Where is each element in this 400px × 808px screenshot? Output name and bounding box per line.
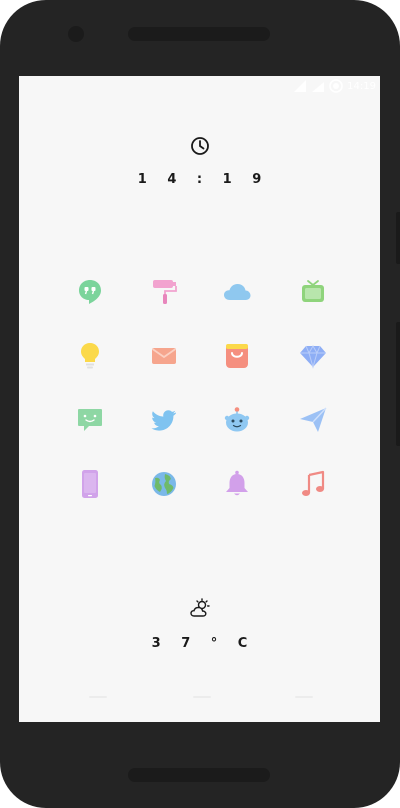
clock-widget[interactable]: 1 4 : 1 9 — [19, 136, 380, 187]
clock-icon — [190, 136, 210, 156]
weather-widget[interactable]: 3 7 ° C — [19, 598, 380, 651]
music-app[interactable] — [295, 466, 331, 502]
temperature: 3 7 ° C — [151, 636, 256, 651]
battery-icon — [329, 79, 343, 93]
phone-frame: 14:19 1 4 : 1 9 3 7 ° C — [0, 0, 400, 808]
home-screen: 14:19 1 4 : 1 9 3 7 ° C — [19, 76, 380, 722]
status-bar: 14:19 — [293, 76, 376, 96]
weather-cloud-app[interactable] — [219, 274, 255, 310]
dock-indicator — [295, 696, 313, 698]
front-camera — [68, 26, 84, 42]
mail-icon — [151, 348, 177, 364]
status-time: 14:19 — [347, 80, 376, 92]
volume-button[interactable] — [396, 212, 400, 264]
hangouts-icon — [79, 280, 101, 304]
music-icon — [302, 470, 325, 496]
cloud-icon — [224, 284, 251, 300]
globe-icon — [152, 472, 176, 496]
phone-icon — [82, 470, 98, 498]
messages-app[interactable] — [72, 402, 108, 438]
dock-indicator — [193, 696, 211, 698]
robot-icon — [224, 407, 250, 432]
clock-time: 1 4 : 1 9 — [137, 172, 270, 187]
reddit-app[interactable] — [219, 402, 255, 438]
paint-roller-icon — [153, 280, 177, 304]
mail-app[interactable] — [146, 338, 182, 374]
bottom-speaker — [128, 768, 270, 782]
power-button[interactable] — [396, 322, 400, 446]
gem-app[interactable] — [295, 338, 331, 374]
twitter-app[interactable] — [146, 402, 182, 438]
phone-app[interactable] — [72, 466, 108, 502]
signal-icon — [293, 79, 307, 93]
shop-app[interactable] — [219, 338, 255, 374]
send-icon — [300, 407, 327, 432]
twitter-icon — [151, 410, 176, 431]
alerts-app[interactable] — [219, 466, 255, 502]
browser-app[interactable] — [146, 466, 182, 502]
hangouts-app[interactable] — [72, 274, 108, 310]
shopping-bag-icon — [226, 344, 248, 368]
lightbulb-icon — [81, 343, 99, 369]
chat-icon — [78, 409, 102, 431]
tv-app[interactable] — [295, 274, 331, 310]
wifi-icon — [311, 79, 325, 93]
ideas-app[interactable] — [72, 338, 108, 374]
send-app[interactable] — [295, 402, 331, 438]
top-speaker — [128, 27, 270, 41]
paint-app[interactable] — [146, 274, 182, 310]
tv-icon — [302, 280, 324, 302]
bottom-dock — [19, 692, 380, 704]
dock-indicator — [89, 696, 107, 698]
bell-icon — [226, 470, 248, 496]
partly-cloudy-icon — [189, 598, 211, 620]
diamond-icon — [300, 344, 326, 369]
